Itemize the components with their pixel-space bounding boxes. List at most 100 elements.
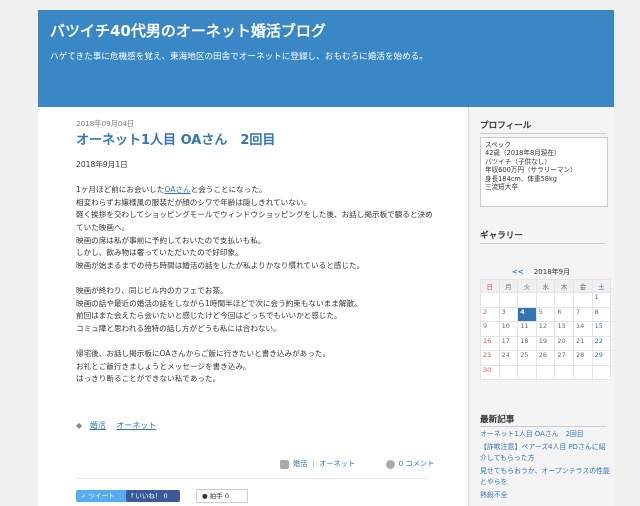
calendar-weekday: 火 xyxy=(517,279,537,293)
calendar-day: 6 xyxy=(554,306,574,322)
divider xyxy=(480,243,606,244)
comment-icon xyxy=(385,459,395,469)
calendar-day: 7 xyxy=(572,306,593,322)
calendar-day: 27 xyxy=(554,350,574,366)
profile-line: 身長184cm、体重58kg xyxy=(485,174,557,183)
post-line: 1ヶ月ほど前にお会いしたOAさんと会うことになった。 xyxy=(76,185,267,195)
prev-month-link[interactable]: << xyxy=(512,268,524,276)
calendar-day: 21 xyxy=(572,335,593,351)
calendar-day: 1 xyxy=(591,292,612,308)
post-title[interactable]: オーネット1人目 OAさん 2回目 xyxy=(76,129,275,148)
post-line: お礼とご飯行きましょうとメッセージを書き込み。 xyxy=(76,361,251,371)
calendar-day xyxy=(498,292,519,308)
gallery-heading: ギャラリー xyxy=(480,231,523,241)
calendar-day: 17 xyxy=(498,335,519,351)
divider xyxy=(480,426,606,427)
calendar-day: 5 xyxy=(535,306,556,322)
post-line: 軽く挨拶を交わしてショッピングモールでウィンドウショッピングをした後、お話し掲示… xyxy=(76,210,433,232)
calendar-month: 2018年9月 xyxy=(533,268,571,276)
post-line: 映画が終わり、同じビル内のカフェでお茶。 xyxy=(76,285,228,295)
calendar-day: 29 xyxy=(591,350,612,366)
calendar-header: << 2018年9月 xyxy=(480,267,602,277)
calendar-weekday: 日 xyxy=(480,279,500,293)
main-content: 2018年09月04日 オーネット1人目 OAさん 2回目 2018年9月1日 … xyxy=(38,107,468,506)
profile-box: スペック 42歳（2018年8月現在） バツイチ（子供なし） 年収600万円（サ… xyxy=(480,137,608,207)
calendar-day: 15 xyxy=(591,321,612,337)
calendar-day xyxy=(480,292,500,308)
post-meta: 婚活 ｜ オーネット 0 コメント xyxy=(280,459,434,469)
calendar-day: 12 xyxy=(535,321,556,337)
calendar-day: 28 xyxy=(572,350,593,366)
sidebar: プロフィール スペック 42歳（2018年8月現在） バツイチ（子供なし） 年収… xyxy=(468,107,615,506)
divider xyxy=(480,133,606,134)
recent-item[interactable]: 見せてもらおうか、オープンテラスの性能とやらを xyxy=(480,466,610,488)
calendar-day: 3 xyxy=(498,306,519,322)
profile-line: 三流短大卒 xyxy=(485,183,518,192)
calendar-day: 22 xyxy=(591,335,612,351)
recent-item[interactable]: オーネット1人目 OAさん 2回目 xyxy=(480,429,610,440)
calendar-weekday: 土 xyxy=(591,279,612,293)
post-line: しかし、飲み物は奢っていただいたので好印象。 xyxy=(76,248,243,258)
post-line: はっきり断ることができない私であった。 xyxy=(76,374,221,384)
tweet-button[interactable]: ✓ ツイート xyxy=(76,490,130,502)
calendar-day: 19 xyxy=(535,335,556,351)
calendar-day xyxy=(572,292,593,308)
site-title[interactable]: バツイチ40代男のオーネット婚活ブログ xyxy=(50,20,326,41)
post-line: 映画が始まるまでの待ち時間は婚活の話をしたが私よりかなり慣れていると感じた。 xyxy=(76,260,365,270)
recent-item[interactable]: 【詐欺注意】ペアーズ4人目 PDさんに紹介してもらった方 xyxy=(480,442,610,464)
calendar-day: 2 xyxy=(480,306,500,322)
post-line: 映画の話や最近の婚活の話をしながら1時間半ほどで次に会う約束もないまま解散。 xyxy=(76,298,362,308)
post-line: 映画の席は私が事前に予約しておいたので支払いも私。 xyxy=(76,235,266,245)
category-links[interactable]: 婚活 ｜ オーネット xyxy=(293,459,355,468)
tag-link[interactable]: 婚活 xyxy=(90,421,106,430)
calendar-day xyxy=(535,364,556,380)
calendar-day xyxy=(591,364,612,380)
post-date: 2018年09月04日 xyxy=(76,119,135,128)
site-description: ハゲてきた事に危機感を覚え、東海地区の田舎でオーネットに登録し、おもむろに婚活を… xyxy=(50,52,428,62)
folder-icon xyxy=(280,459,289,469)
recent-item[interactable]: 熱殺不全 xyxy=(480,490,610,501)
oa-link[interactable]: OAさん xyxy=(164,185,190,194)
calendar-day: 18 xyxy=(517,335,537,351)
calendar-day: 13 xyxy=(554,321,574,337)
hakushu-button[interactable]: ● 拍手 0 xyxy=(196,489,248,503)
profile-line: 年収600万円（サラリーマン） xyxy=(485,166,577,175)
calendar-day: 25 xyxy=(517,350,537,366)
calendar-day xyxy=(498,364,519,380)
blog-header: バツイチ40代男のオーネット婚活ブログ ハゲてきた事に危機感を覚え、東海地区の田… xyxy=(38,10,614,108)
calendar-day: 24 xyxy=(498,350,519,366)
calendar-day: 9 xyxy=(480,321,500,337)
post-dateline: 2018年9月1日 xyxy=(76,160,128,169)
calendar-weekday: 金 xyxy=(572,279,593,293)
profile-line: 42歳（2018年8月現在） xyxy=(485,149,561,158)
recent-heading: 最新記事 xyxy=(480,415,515,425)
clap-icon: ● xyxy=(202,492,208,500)
facebook-like-button[interactable]: f いいね！ 0 xyxy=(126,490,180,502)
profile-heading: プロフィール xyxy=(480,121,532,131)
post-line: 相変わらずお嬢様風の服装だが顔のシワで年齢は隠しきれていない。 xyxy=(76,197,312,207)
calendar-day xyxy=(554,364,574,380)
comment-link[interactable]: 0 コメント xyxy=(399,459,435,468)
calendar-day xyxy=(517,364,537,380)
calendar-day[interactable]: 4 xyxy=(517,306,537,322)
calendar-day: 30 xyxy=(480,364,500,380)
calendar-day xyxy=(572,364,593,380)
post-line: コミュ障と思われる独特の話し方がどうも私には合わない。 xyxy=(76,323,281,333)
calendar-day: 14 xyxy=(572,321,593,337)
calendar-day xyxy=(517,292,537,308)
calendar-day xyxy=(535,292,556,308)
divider xyxy=(76,478,428,479)
calendar-day: 26 xyxy=(535,350,556,366)
calendar-weekday: 月 xyxy=(498,279,519,293)
calendar-day: 10 xyxy=(498,321,519,337)
post-line: 前回はまた会えたら会いたいと感じたけど今回はどっちでもいいかと感じた。 xyxy=(76,311,342,321)
calendar-day: 20 xyxy=(554,335,574,351)
facebook-icon: f xyxy=(131,492,134,500)
calendar-day xyxy=(554,292,574,308)
post-tags: ◆ 婚活 オーネット xyxy=(76,420,164,431)
calendar-weekday: 水 xyxy=(535,279,556,293)
twitter-icon: ✓ xyxy=(81,492,87,500)
tag-link[interactable]: オーネット xyxy=(116,421,156,430)
calendar-day: 8 xyxy=(591,306,612,322)
calendar-weekday: 木 xyxy=(554,279,574,293)
